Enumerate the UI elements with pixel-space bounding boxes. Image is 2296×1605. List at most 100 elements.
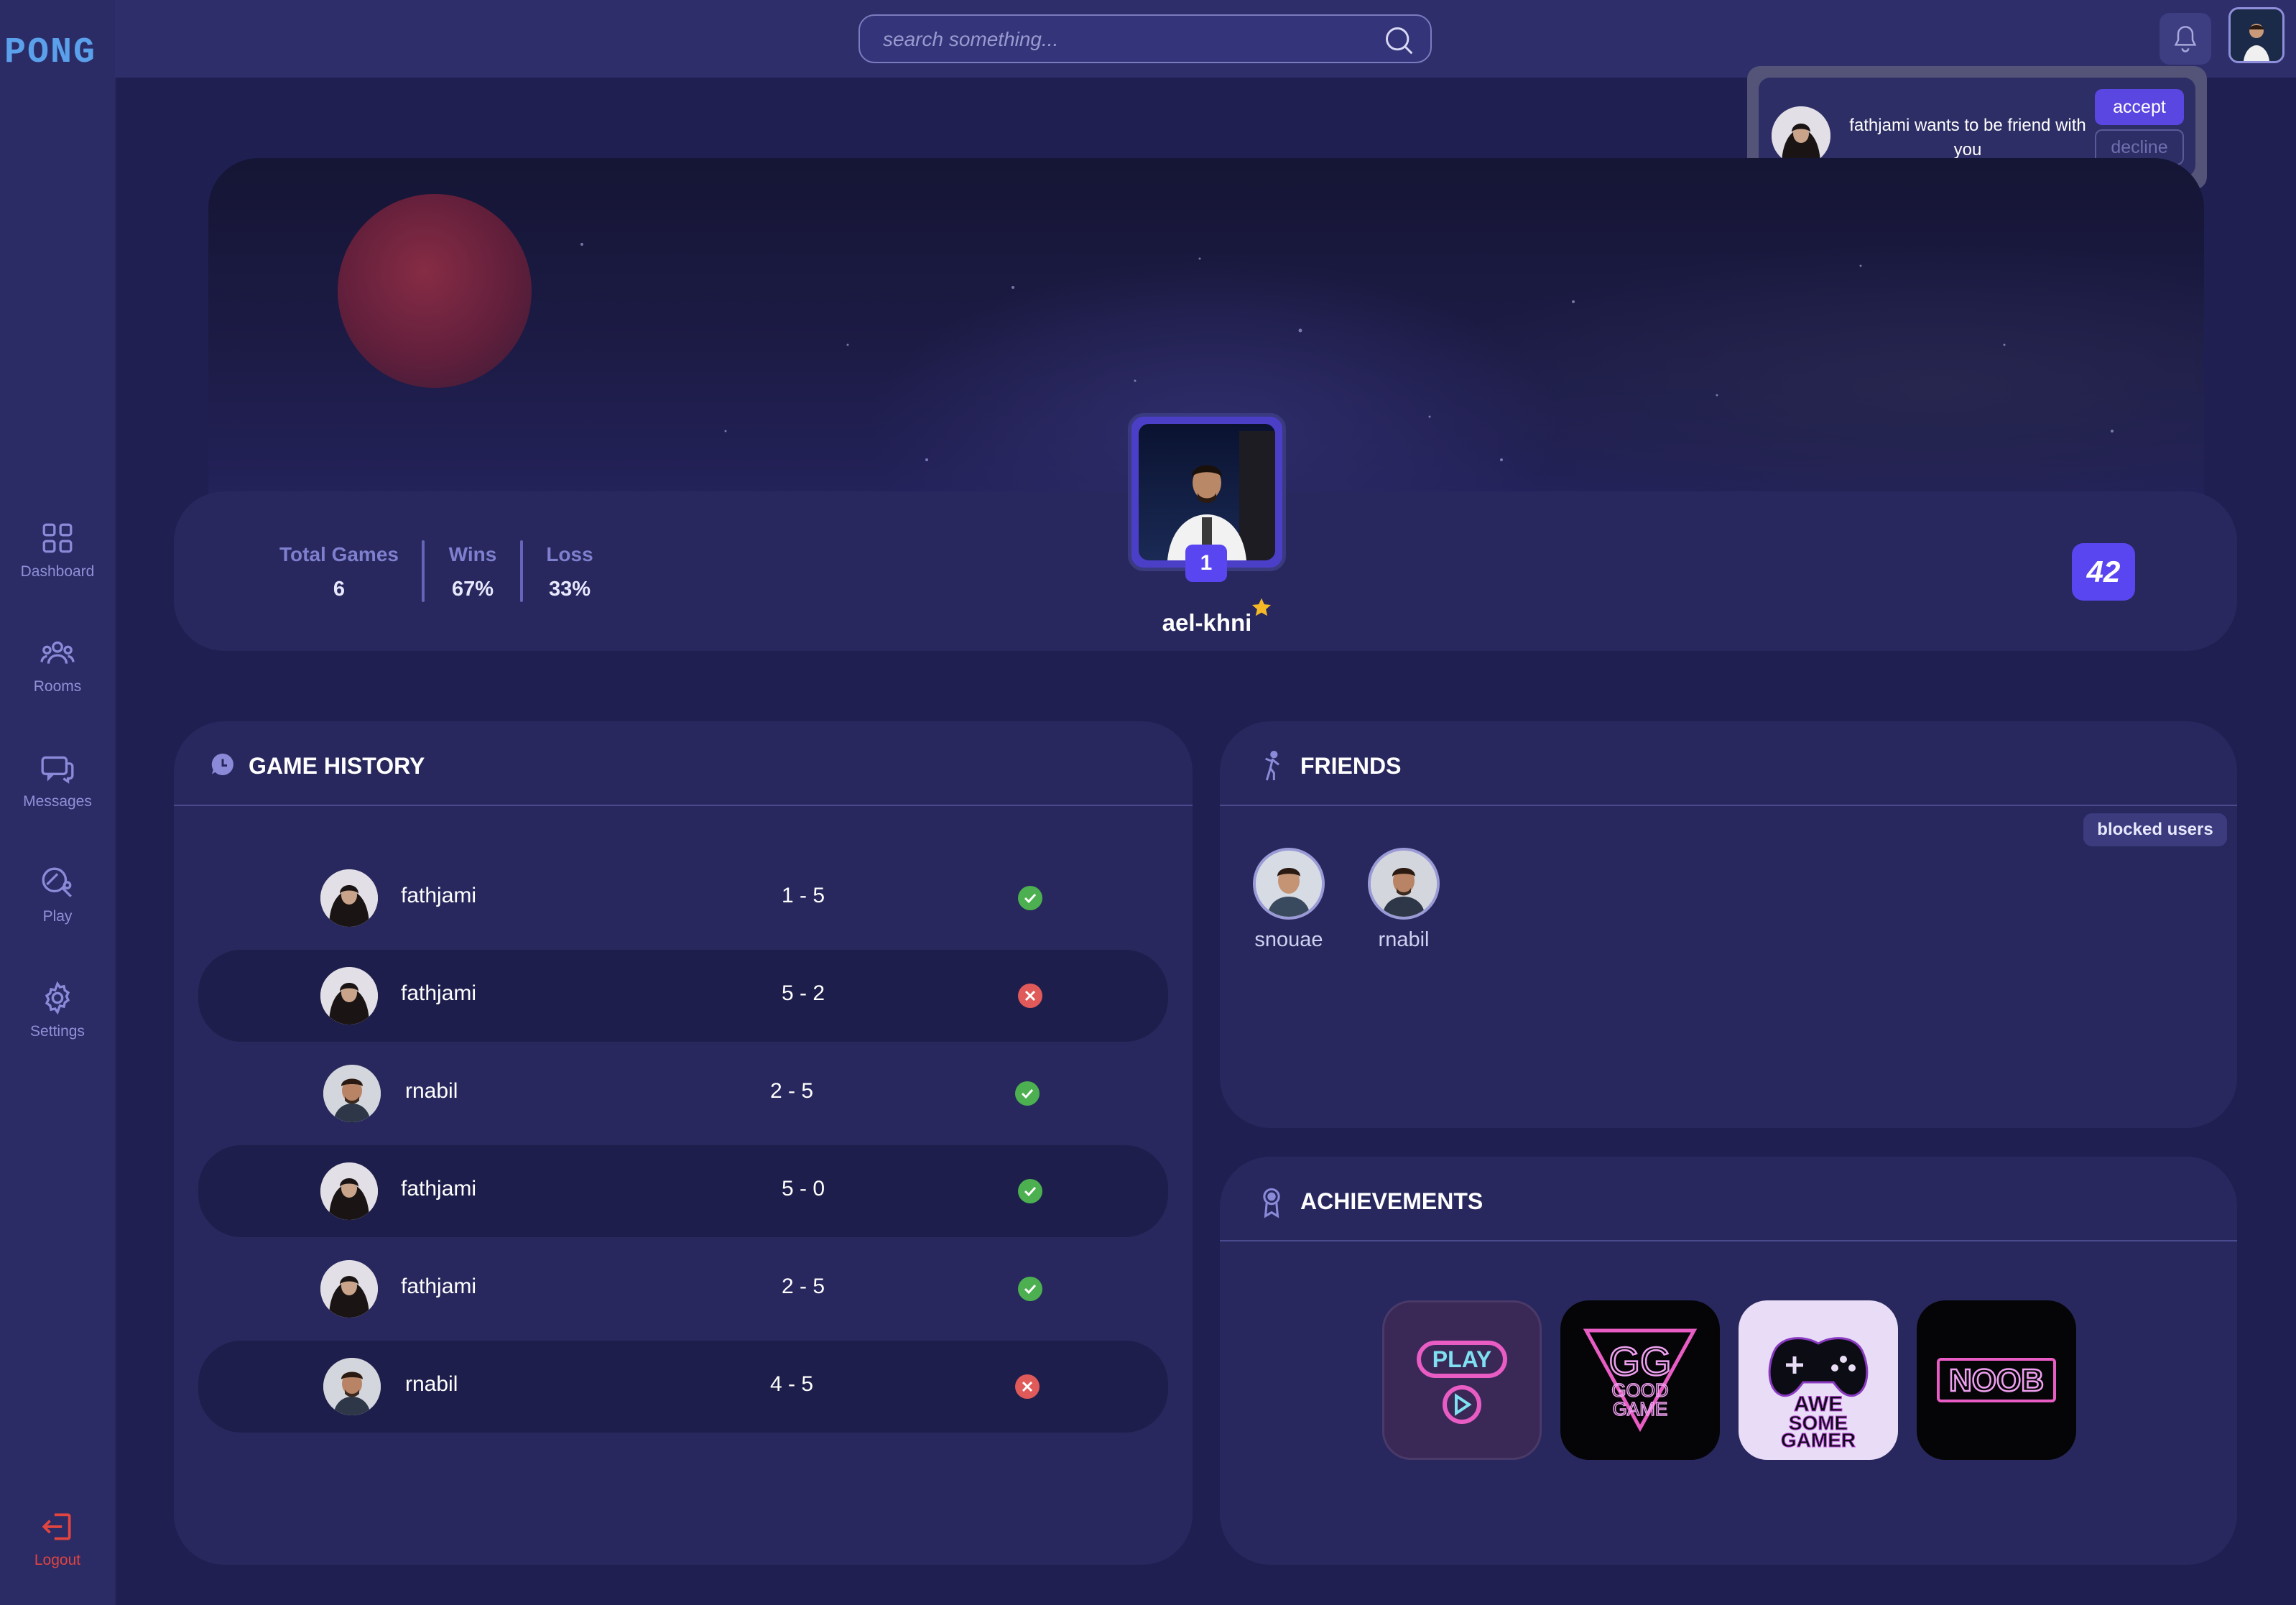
search-input[interactable] — [881, 16, 1373, 63]
friends-title: FRIENDS — [1300, 753, 1402, 779]
friends-icon — [1265, 750, 1279, 781]
divider — [1220, 805, 2237, 806]
notifications-button[interactable] — [2160, 13, 2211, 65]
sidebar-item-play[interactable]: Play — [0, 865, 115, 951]
divider — [1220, 1240, 2237, 1241]
history-icon — [211, 753, 233, 775]
game-history-row[interactable]: fathjami 1 - 5 — [198, 852, 1168, 944]
medal-icon — [1263, 1188, 1280, 1218]
sidebar-item-label: Play — [42, 908, 73, 925]
achievement-label: AWESOME GAMER — [1815, 1458, 1821, 1460]
svg-text:GG: GG — [1608, 1338, 1671, 1384]
achievement-good-game[interactable]: GG GOOD GAME GG GOOD GAME — [1560, 1300, 1720, 1460]
stat-divider — [520, 540, 523, 602]
achievements-panel — [1220, 1157, 2237, 1565]
game-history-row[interactable]: fathjami 5 - 2 — [198, 950, 1168, 1042]
achievement-label: PLAY — [1432, 1346, 1491, 1372]
logout-button[interactable]: Logout — [0, 1509, 115, 1595]
wins-value: 67% — [451, 578, 494, 601]
svg-text:PONG: PONG — [4, 32, 96, 72]
school-42-badge[interactable]: 42 — [2072, 543, 2135, 601]
opponent-name: fathjami — [401, 1177, 477, 1201]
avatar — [2231, 9, 2282, 61]
game-history-row[interactable]: fathjami 2 - 5 — [198, 1243, 1168, 1335]
sidebar-item-messages[interactable]: Messages — [0, 750, 115, 836]
awesome-gamer-badge-icon: AWE SOME GAMER AWESOME GAMER — [1768, 1337, 1869, 1460]
avatar — [320, 1162, 378, 1220]
sidebar-item-rooms[interactable]: Rooms — [0, 635, 115, 721]
win-check-icon — [1018, 886, 1042, 910]
loss-label: Loss — [546, 543, 593, 565]
game-history-row[interactable]: rnabil 4 - 5 — [198, 1341, 1168, 1433]
avatar — [320, 1260, 378, 1318]
stat-divider — [422, 540, 425, 602]
avatar — [1253, 848, 1325, 920]
friend-item[interactable]: rnabil — [1346, 848, 1461, 956]
game-history-title: GAME HISTORY — [249, 753, 425, 779]
level-badge: 1 — [1185, 545, 1227, 582]
svg-text:GAMER: GAMER — [1781, 1429, 1856, 1451]
win-check-icon — [1018, 1277, 1042, 1301]
match-score: 5 - 0 — [781, 1177, 825, 1201]
loss-x-icon — [1018, 984, 1042, 1008]
wins-label: Wins — [448, 543, 497, 565]
controller-icon — [42, 867, 72, 897]
good-game-badge-icon: GG GOOD GAME GG GOOD GAME — [1583, 1328, 1698, 1459]
users-icon — [40, 641, 75, 664]
avatar — [323, 1065, 381, 1122]
profile-avatar-image — [1139, 424, 1275, 560]
achievement-label: NOOB — [1949, 1363, 2044, 1398]
win-check-icon — [1018, 1179, 1042, 1203]
star-icon — [1251, 598, 1272, 616]
sidebar-item-label: Settings — [30, 1023, 85, 1040]
avatar-image — [1772, 106, 1830, 165]
match-score: 2 - 5 — [769, 1079, 814, 1103]
total-games-label: Total Games — [279, 543, 399, 565]
friend-name: snouae — [1254, 928, 1323, 951]
win-check-icon — [1015, 1081, 1040, 1106]
match-score: 5 - 2 — [781, 981, 825, 1005]
friend-item[interactable]: snouae — [1231, 848, 1346, 956]
avatar — [320, 869, 378, 927]
logout-icon — [42, 1513, 71, 1540]
game-history-panel — [174, 721, 1193, 1565]
achievements-title: ACHIEVEMENTS — [1300, 1188, 1483, 1214]
opponent-name: fathjami — [401, 884, 477, 907]
friend-name: rnabil — [1378, 928, 1430, 951]
sidebar-item-label: Messages — [23, 793, 92, 810]
match-score: 2 - 5 — [781, 1275, 825, 1298]
avatar — [1772, 106, 1830, 165]
friend-request-message: fathjami wants to be friend with you — [1849, 116, 2086, 159]
search-bar[interactable] — [858, 14, 1432, 63]
opponent-name: fathjami — [401, 1275, 477, 1298]
game-history-row[interactable]: fathjami 5 - 0 — [198, 1145, 1168, 1237]
profile-avatar — [1139, 424, 1275, 560]
achievement-label: GG GOOD GAME — [1637, 1457, 1643, 1459]
sidebar-item-settings[interactable]: Settings — [0, 980, 115, 1066]
sidebar-item-label: Dashboard — [20, 563, 95, 580]
avatar — [1368, 848, 1440, 920]
search-icon[interactable] — [1383, 24, 1415, 56]
gear-icon — [45, 981, 70, 1015]
logout-label: Logout — [34, 1552, 81, 1568]
match-score: 1 - 5 — [781, 884, 825, 907]
loss-x-icon — [1015, 1374, 1040, 1399]
sidebar-item-label: Rooms — [33, 678, 82, 695]
noob-badge-icon: NOOB — [1937, 1358, 2056, 1402]
game-history-row[interactable]: rnabil 2 - 5 — [198, 1047, 1168, 1139]
accept-button[interactable]: accept — [2095, 89, 2184, 125]
user-avatar-button[interactable] — [2228, 7, 2285, 63]
achievement-play[interactable]: PLAY — [1382, 1300, 1542, 1460]
divider — [174, 805, 1193, 806]
achievement-noob[interactable]: NOOB — [1917, 1300, 2076, 1460]
achievement-awesome-gamer[interactable]: AWE SOME GAMER AWESOME GAMER — [1739, 1300, 1898, 1460]
blocked-users-button[interactable]: blocked users — [2083, 813, 2227, 846]
grid-icon — [42, 523, 73, 553]
opponent-name: fathjami — [401, 981, 477, 1005]
bell-icon — [2174, 26, 2197, 52]
match-score: 4 - 5 — [769, 1372, 814, 1396]
app-logo[interactable]: PONG — [3, 26, 111, 72]
avatar — [320, 967, 378, 1024]
chat-icon — [41, 756, 74, 784]
sidebar-item-dashboard[interactable]: Dashboard — [0, 520, 115, 606]
